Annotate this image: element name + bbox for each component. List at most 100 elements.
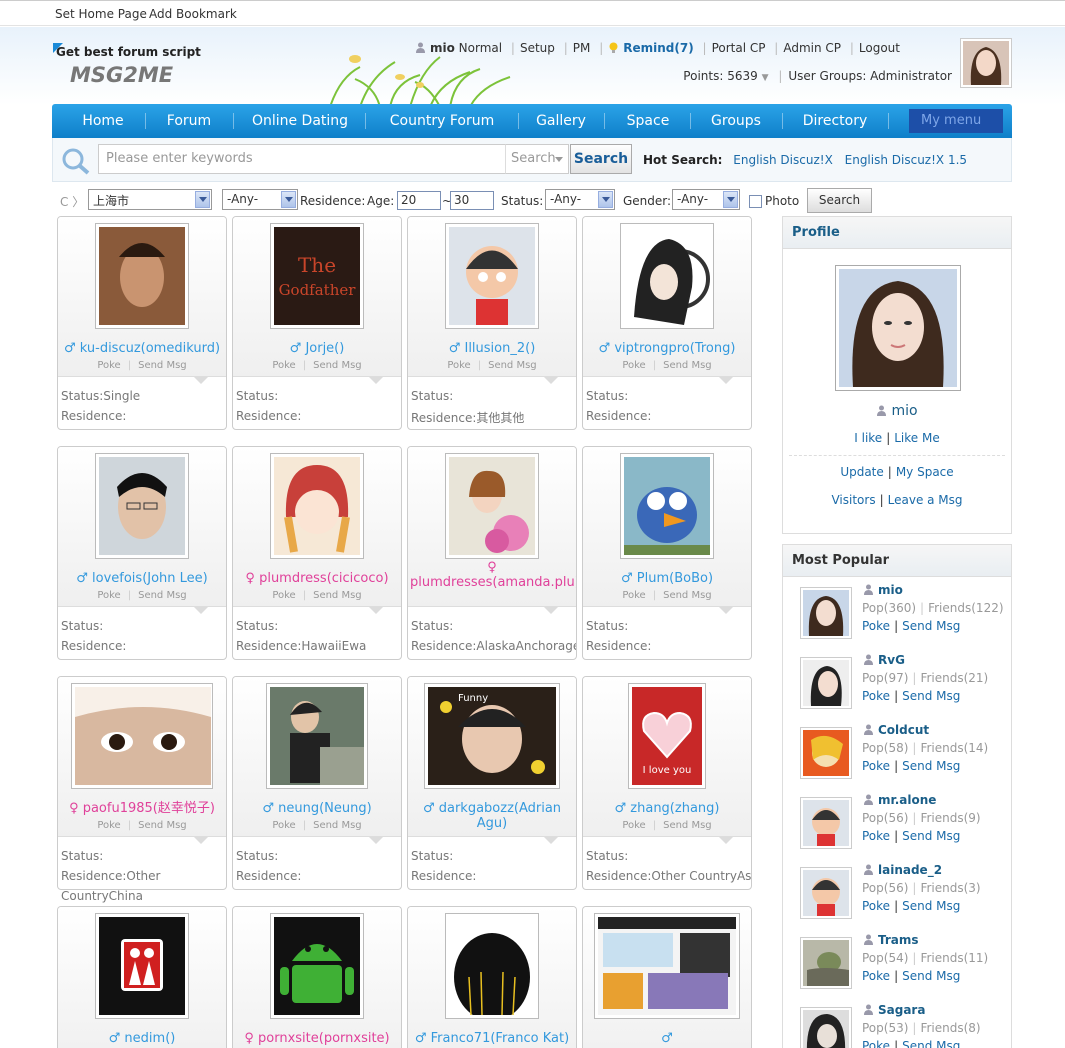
poke-link[interactable]: Poke [272, 360, 295, 371]
member-photo[interactable] [594, 913, 740, 1019]
member-photo[interactable]: Funny [424, 683, 560, 789]
member-photo[interactable] [95, 453, 189, 559]
member-name[interactable]: ♂ lovefois(John Lee) [60, 571, 224, 586]
member-name[interactable]: ♂ Illusion_2() [410, 341, 574, 356]
photo-checkbox[interactable] [749, 195, 762, 208]
nav-country-forum[interactable]: Country Forum [372, 104, 512, 138]
member-photo[interactable] [95, 223, 189, 329]
popular-name[interactable]: mr.alone [863, 793, 936, 807]
profile-photo[interactable] [835, 265, 961, 391]
gender-select[interactable]: -Any- [672, 189, 740, 210]
like-me-link[interactable]: Like Me [894, 431, 939, 445]
leave-msg-link[interactable]: Leave a Msg [888, 493, 963, 507]
nav-groups[interactable]: Groups [696, 104, 776, 138]
member-name[interactable]: ♂ [585, 1031, 749, 1046]
member-name[interactable]: ♂ neung(Neung) [235, 801, 399, 816]
member-name[interactable]: ♀ plumdress(cicicoco) [235, 571, 399, 586]
refresh-icon[interactable]: C 〉 [60, 193, 84, 210]
district-select[interactable]: -Any- [222, 189, 298, 210]
member-photo[interactable] [270, 913, 364, 1019]
poke-link[interactable]: Poke [622, 820, 645, 831]
setup-link[interactable]: Setup [520, 41, 555, 55]
send-msg-link[interactable]: Send Msg [313, 820, 362, 831]
popular-avatar[interactable] [800, 867, 852, 919]
status-select[interactable]: -Any- [545, 189, 615, 210]
points[interactable]: Points: 5639 [683, 69, 757, 83]
member-name[interactable]: ♂ darkgabozz(Adrian Agu) [410, 801, 574, 831]
search-type-select[interactable]: Search [505, 144, 569, 174]
poke-link[interactable]: Poke [97, 820, 120, 831]
add-bookmark-link[interactable]: Add Bookmark [149, 7, 237, 21]
portal-cp-link[interactable]: Portal CP [712, 41, 766, 55]
member-photo[interactable] [620, 453, 714, 559]
send-msg-link[interactable]: Send Msg [313, 590, 362, 601]
user-name[interactable]: mio [430, 41, 455, 55]
visitors-link[interactable]: Visitors [831, 493, 875, 507]
nav-home[interactable]: Home [68, 104, 138, 138]
member-name[interactable]: ♂ zhang(zhang) [585, 801, 749, 816]
age-from-input[interactable]: 20 [397, 191, 441, 210]
member-name[interactable]: ♂ viptrongpro(Trong) [585, 341, 749, 356]
poke-link[interactable]: Poke [862, 619, 890, 633]
send-msg-link[interactable]: Send Msg [902, 969, 960, 983]
send-msg-link[interactable]: Send Msg [313, 360, 362, 371]
poke-link[interactable]: Poke [97, 590, 120, 601]
remind-link[interactable]: Remind(7) [623, 41, 693, 55]
hot-search-link-1[interactable]: English Discuz!X [733, 153, 833, 167]
member-name[interactable]: ♀ plumdresses(amanda.plu) [410, 560, 576, 590]
popular-name[interactable]: Coldcut [863, 723, 929, 737]
poke-link[interactable]: Poke [862, 689, 890, 703]
send-msg-link[interactable]: Send Msg [902, 619, 960, 633]
my-space-link[interactable]: My Space [896, 465, 954, 479]
popular-avatar[interactable] [800, 727, 852, 779]
member-name[interactable]: ♂ Jorje() [235, 341, 399, 356]
poke-link[interactable]: Poke [447, 360, 470, 371]
send-msg-link[interactable]: Send Msg [138, 590, 187, 601]
member-name[interactable]: ♂ nedim() [60, 1031, 224, 1046]
send-msg-link[interactable]: Send Msg [902, 1039, 960, 1048]
i-like-link[interactable]: I like [854, 431, 882, 445]
send-msg-link[interactable]: Send Msg [488, 360, 537, 371]
search-button[interactable]: Search [570, 144, 632, 174]
member-photo[interactable]: The Godfather [270, 223, 364, 329]
poke-link[interactable]: Poke [862, 899, 890, 913]
nav-online-dating[interactable]: Online Dating [242, 104, 358, 138]
admin-cp-link[interactable]: Admin CP [783, 41, 841, 55]
member-name[interactable]: ♂ ku-discuz(omedikurd) [60, 341, 224, 356]
send-msg-link[interactable]: Send Msg [138, 360, 187, 371]
popular-name[interactable]: Sagara [863, 1003, 925, 1017]
member-photo[interactable] [445, 223, 539, 329]
nav-space[interactable]: Space [610, 104, 686, 138]
send-msg-link[interactable]: Send Msg [663, 590, 712, 601]
send-msg-link[interactable]: Send Msg [902, 899, 960, 913]
popular-avatar[interactable] [800, 587, 852, 639]
poke-link[interactable]: Poke [272, 820, 295, 831]
poke-link[interactable]: Poke [862, 829, 890, 843]
member-name[interactable]: ♂ Franco71(Franco Kat) [410, 1031, 574, 1046]
pm-link[interactable]: PM [573, 41, 591, 55]
member-photo[interactable] [71, 683, 213, 789]
send-msg-link[interactable]: Send Msg [663, 360, 712, 371]
popular-avatar[interactable] [800, 797, 852, 849]
member-photo[interactable] [445, 453, 539, 559]
popular-name[interactable]: lainade_2 [863, 863, 942, 877]
logo[interactable]: MSG2ME [70, 63, 173, 87]
age-to-input[interactable]: 30 [450, 191, 494, 210]
popular-avatar[interactable] [800, 937, 852, 989]
nav-forum[interactable]: Forum [152, 104, 226, 138]
points-dropdown-icon[interactable]: ▼ [762, 73, 769, 83]
send-msg-link[interactable]: Send Msg [902, 829, 960, 843]
send-msg-link[interactable]: Send Msg [902, 759, 960, 773]
member-photo[interactable] [270, 453, 364, 559]
update-link[interactable]: Update [840, 465, 883, 479]
nav-directory[interactable]: Directory [790, 104, 880, 138]
city-select[interactable]: 上海市 [88, 189, 212, 210]
filter-search-button[interactable]: Search [807, 188, 872, 213]
poke-link[interactable]: Poke [622, 590, 645, 601]
popular-name[interactable]: RvG [863, 653, 905, 667]
poke-link[interactable]: Poke [862, 759, 890, 773]
popular-name[interactable]: mio [863, 583, 903, 597]
poke-link[interactable]: Poke [272, 590, 295, 601]
send-msg-link[interactable]: Send Msg [663, 820, 712, 831]
member-name[interactable]: ♂ Plum(BoBo) [585, 571, 749, 586]
